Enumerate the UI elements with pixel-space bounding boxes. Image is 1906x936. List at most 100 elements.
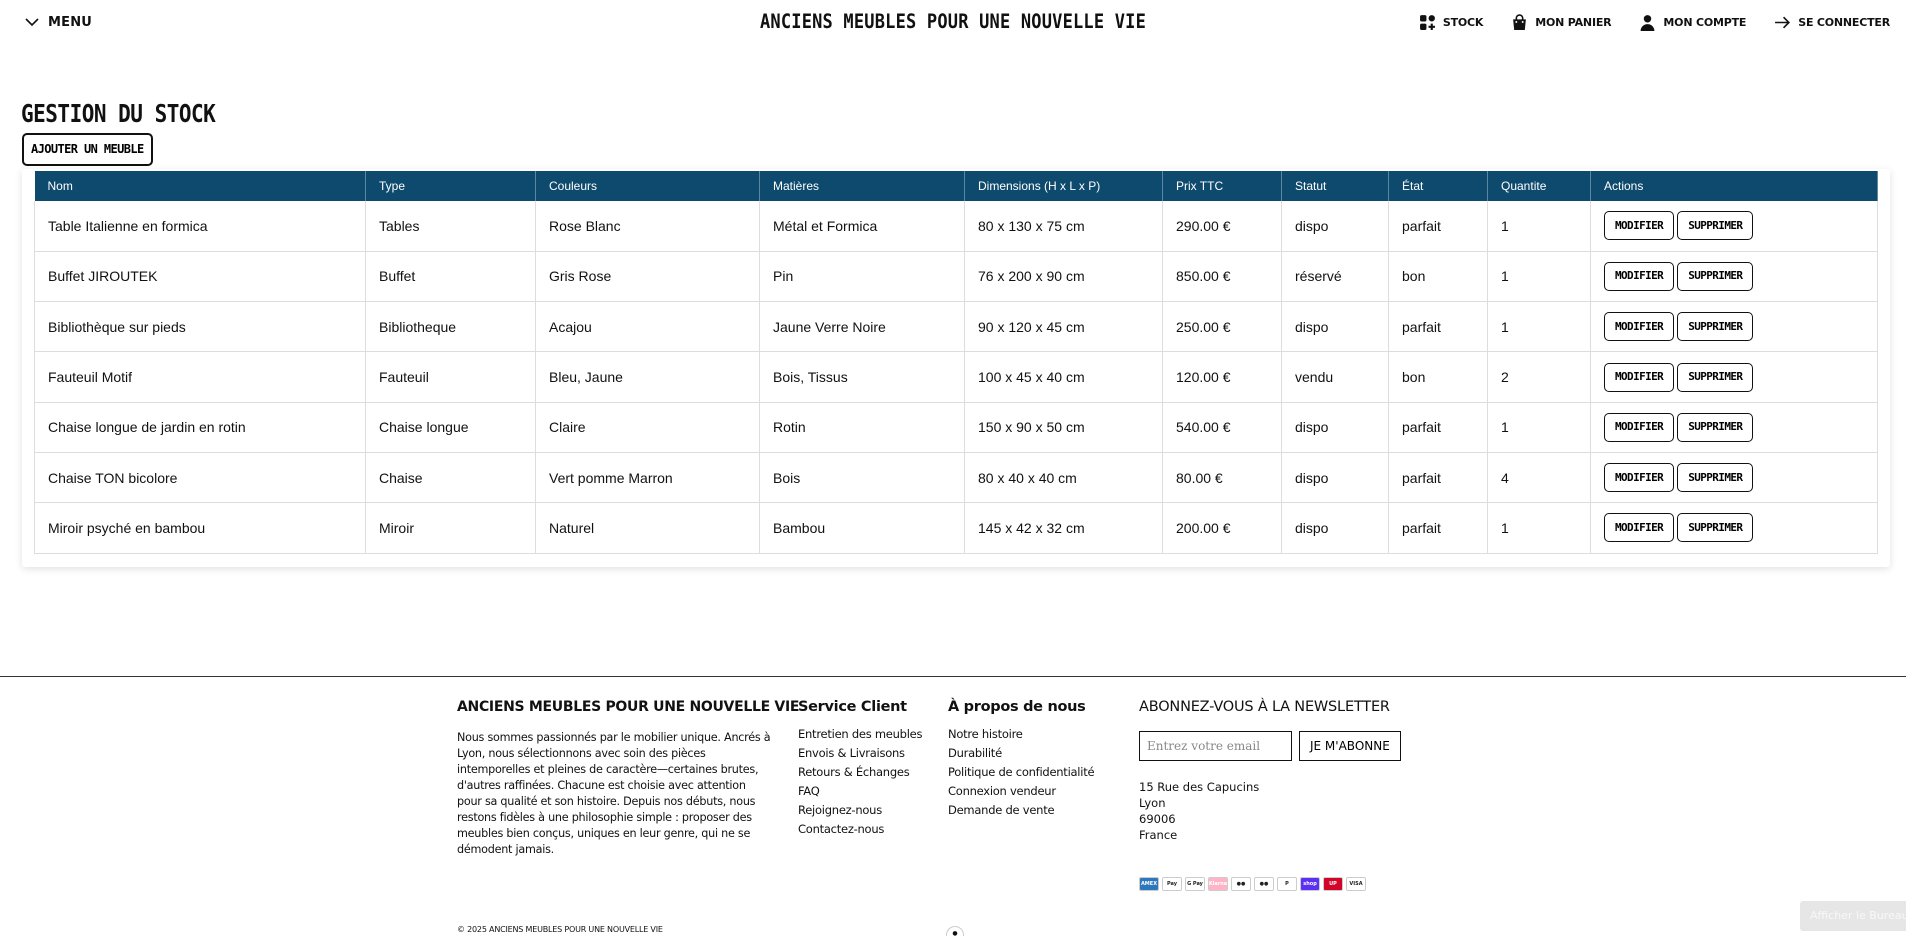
modify-button[interactable]: MODIFIER: [1604, 412, 1675, 442]
shop-pay-icon: shop: [1300, 877, 1320, 891]
cell-statut: dispo: [1281, 301, 1389, 353]
cell-statut: réservé: [1281, 251, 1389, 303]
union-pay-icon: UP: [1323, 877, 1343, 891]
table-row: Table Italienne en formica Tables Rose Bla…: [34, 201, 1878, 252]
modify-button[interactable]: MODIFIER: [1604, 211, 1675, 241]
site-header: MENU ANCIENS MEUBLES POUR UNE NOUVELLE V…: [0, 0, 1906, 46]
footer-about-link[interactable]: Durabilité: [948, 744, 1094, 763]
footer-about-link[interactable]: Politique de confidentialité: [948, 763, 1095, 782]
page-title: GESTION DU STOCK: [21, 99, 216, 128]
cell-etat: bon: [1388, 251, 1488, 303]
delete-button[interactable]: SUPPRIMER: [1677, 362, 1754, 392]
cell-etat: parfait: [1388, 502, 1488, 554]
language-icon[interactable]: ●: [946, 926, 964, 936]
newsletter-email-input[interactable]: [1139, 731, 1292, 761]
cell-type: Tables: [365, 201, 536, 252]
table-row: Fauteuil Motif Fauteuil Bleu, Jaune Bois, T…: [34, 351, 1878, 403]
cell-couleurs: Vert pomme Marron: [535, 452, 760, 504]
stock-table: Nom Type Couleurs Matières Dimensions (H x L…: [34, 171, 1878, 554]
nav-account-label: MON COMPTE: [1663, 16, 1747, 29]
footer-about-link[interactable]: Demande de vente: [948, 801, 1094, 820]
footer-service-links: Entretien des meubles Envois & Livraisons…: [798, 725, 923, 839]
column-header: Couleurs: [535, 171, 760, 201]
modify-button[interactable]: MODIFIER: [1604, 513, 1675, 543]
cell-actions: MODIFIER SUPPRIMER: [1590, 402, 1878, 453]
footer-brand: ANCIENS MEUBLES POUR UNE NOUVELLE VIE No…: [457, 699, 800, 858]
column-header: Statut: [1281, 171, 1389, 201]
cell-type: Bibliotheque: [365, 301, 536, 353]
cell-actions: MODIFIER SUPPRIMER: [1590, 351, 1878, 403]
cell-prix: 850.00 €: [1162, 251, 1282, 303]
footer-service-link[interactable]: Entretien des meubles: [798, 725, 923, 744]
cell-nom: Table Italienne en formica: [34, 201, 366, 252]
cell-statut: dispo: [1281, 402, 1389, 453]
show-desktop-button[interactable]: Afficher le Bureau: [1800, 901, 1906, 931]
delete-button[interactable]: SUPPRIMER: [1677, 463, 1754, 493]
cell-nom: Miroir psyché en bambou: [34, 502, 366, 554]
footer-service: Service Client Entretien des meubles Envo…: [798, 699, 923, 839]
table-body: Table Italienne en formica Tables Rose Bla…: [34, 201, 1878, 554]
footer-service-link[interactable]: Contactez-nous: [798, 820, 922, 839]
delete-button[interactable]: SUPPRIMER: [1677, 211, 1754, 241]
footer-service-link[interactable]: FAQ: [798, 782, 922, 801]
apple-pay-icon: Pay: [1162, 877, 1182, 891]
cell-dimensions: 150 x 90 x 50 cm: [964, 402, 1163, 453]
delete-button[interactable]: SUPPRIMER: [1677, 513, 1754, 543]
visa-icon: VISA: [1346, 877, 1366, 891]
nav-cart[interactable]: MON PANIER: [1511, 14, 1612, 31]
column-header: Quantite: [1487, 171, 1591, 201]
modify-button[interactable]: MODIFIER: [1604, 261, 1675, 291]
cell-nom: Bibliothèque sur pieds: [34, 301, 366, 353]
cell-actions: MODIFIER SUPPRIMER: [1590, 301, 1878, 353]
cell-dimensions: 80 x 40 x 40 cm: [964, 452, 1163, 504]
column-header: Actions: [1590, 171, 1878, 201]
footer-service-link[interactable]: Envois & Livraisons: [798, 744, 922, 763]
nav-account[interactable]: MON COMPTE: [1639, 14, 1746, 31]
modify-button[interactable]: MODIFIER: [1604, 362, 1675, 392]
footer-about-link[interactable]: Connexion vendeur: [948, 782, 1094, 801]
table-row: Chaise TON bicolore Chaise Vert pomme Marr…: [34, 452, 1878, 504]
cell-matieres: Bois, Tissus: [759, 351, 965, 403]
column-header: État: [1388, 171, 1488, 201]
cell-actions: MODIFIER SUPPRIMER: [1590, 502, 1878, 554]
cell-type: Fauteuil: [365, 351, 536, 403]
cell-matieres: Bambou: [759, 502, 965, 554]
footer-service-link[interactable]: Rejoignez-nous: [798, 801, 922, 820]
cell-etat: parfait: [1388, 301, 1488, 353]
footer-about-link[interactable]: Notre histoire: [948, 725, 1094, 744]
user-icon: [1641, 15, 1655, 31]
cell-dimensions: 90 x 120 x 45 cm: [964, 301, 1163, 353]
footer-brand-title: ANCIENS MEUBLES POUR UNE NOUVELLE VIE: [457, 699, 800, 715]
stock-table-card: Nom Type Couleurs Matières Dimensions (H x L…: [22, 169, 1890, 567]
cell-actions: MODIFIER SUPPRIMER: [1590, 251, 1878, 303]
column-header: Dimensions (H x L x P): [964, 171, 1163, 201]
column-header: Nom: [34, 171, 366, 201]
cell-quantite: 1: [1487, 402, 1591, 453]
address-line: France: [1139, 828, 1178, 842]
cell-dimensions: 80 x 130 x 75 cm: [964, 201, 1163, 252]
footer-about: À propos de nous Notre histoire Durabilit…: [948, 699, 1095, 820]
nav-login[interactable]: SE CONNECTER: [1774, 14, 1890, 31]
add-furniture-button[interactable]: AJOUTER UN MEUBLE: [22, 133, 153, 166]
delete-button[interactable]: SUPPRIMER: [1677, 261, 1754, 291]
delete-button[interactable]: SUPPRIMER: [1677, 412, 1754, 442]
maestro-icon: ●●: [1231, 877, 1251, 891]
footer-divider: [0, 676, 1906, 677]
newsletter-subscribe-button[interactable]: JE M'ABONNE: [1299, 731, 1401, 761]
cell-quantite: 1: [1487, 301, 1591, 353]
footer-service-link[interactable]: Retours & Échanges: [798, 763, 922, 782]
cell-prix: 120.00 €: [1162, 351, 1282, 403]
cell-nom: Chaise TON bicolore: [34, 452, 366, 504]
modify-button[interactable]: MODIFIER: [1604, 463, 1675, 493]
nav-login-label: SE CONNECTER: [1798, 16, 1890, 29]
cell-couleurs: Naturel: [535, 502, 760, 554]
google-pay-icon: G Pay: [1185, 877, 1205, 891]
delete-button[interactable]: SUPPRIMER: [1677, 312, 1754, 342]
nav-stock[interactable]: STOCK: [1419, 14, 1483, 31]
cell-couleurs: Bleu, Jaune: [535, 351, 760, 403]
table-row: Bibliothèque sur pieds Bibliotheque Acajou…: [34, 301, 1878, 353]
cell-prix: 250.00 €: [1162, 301, 1282, 353]
cell-couleurs: Acajou: [535, 301, 760, 353]
cell-quantite: 1: [1487, 502, 1591, 554]
modify-button[interactable]: MODIFIER: [1604, 312, 1675, 342]
